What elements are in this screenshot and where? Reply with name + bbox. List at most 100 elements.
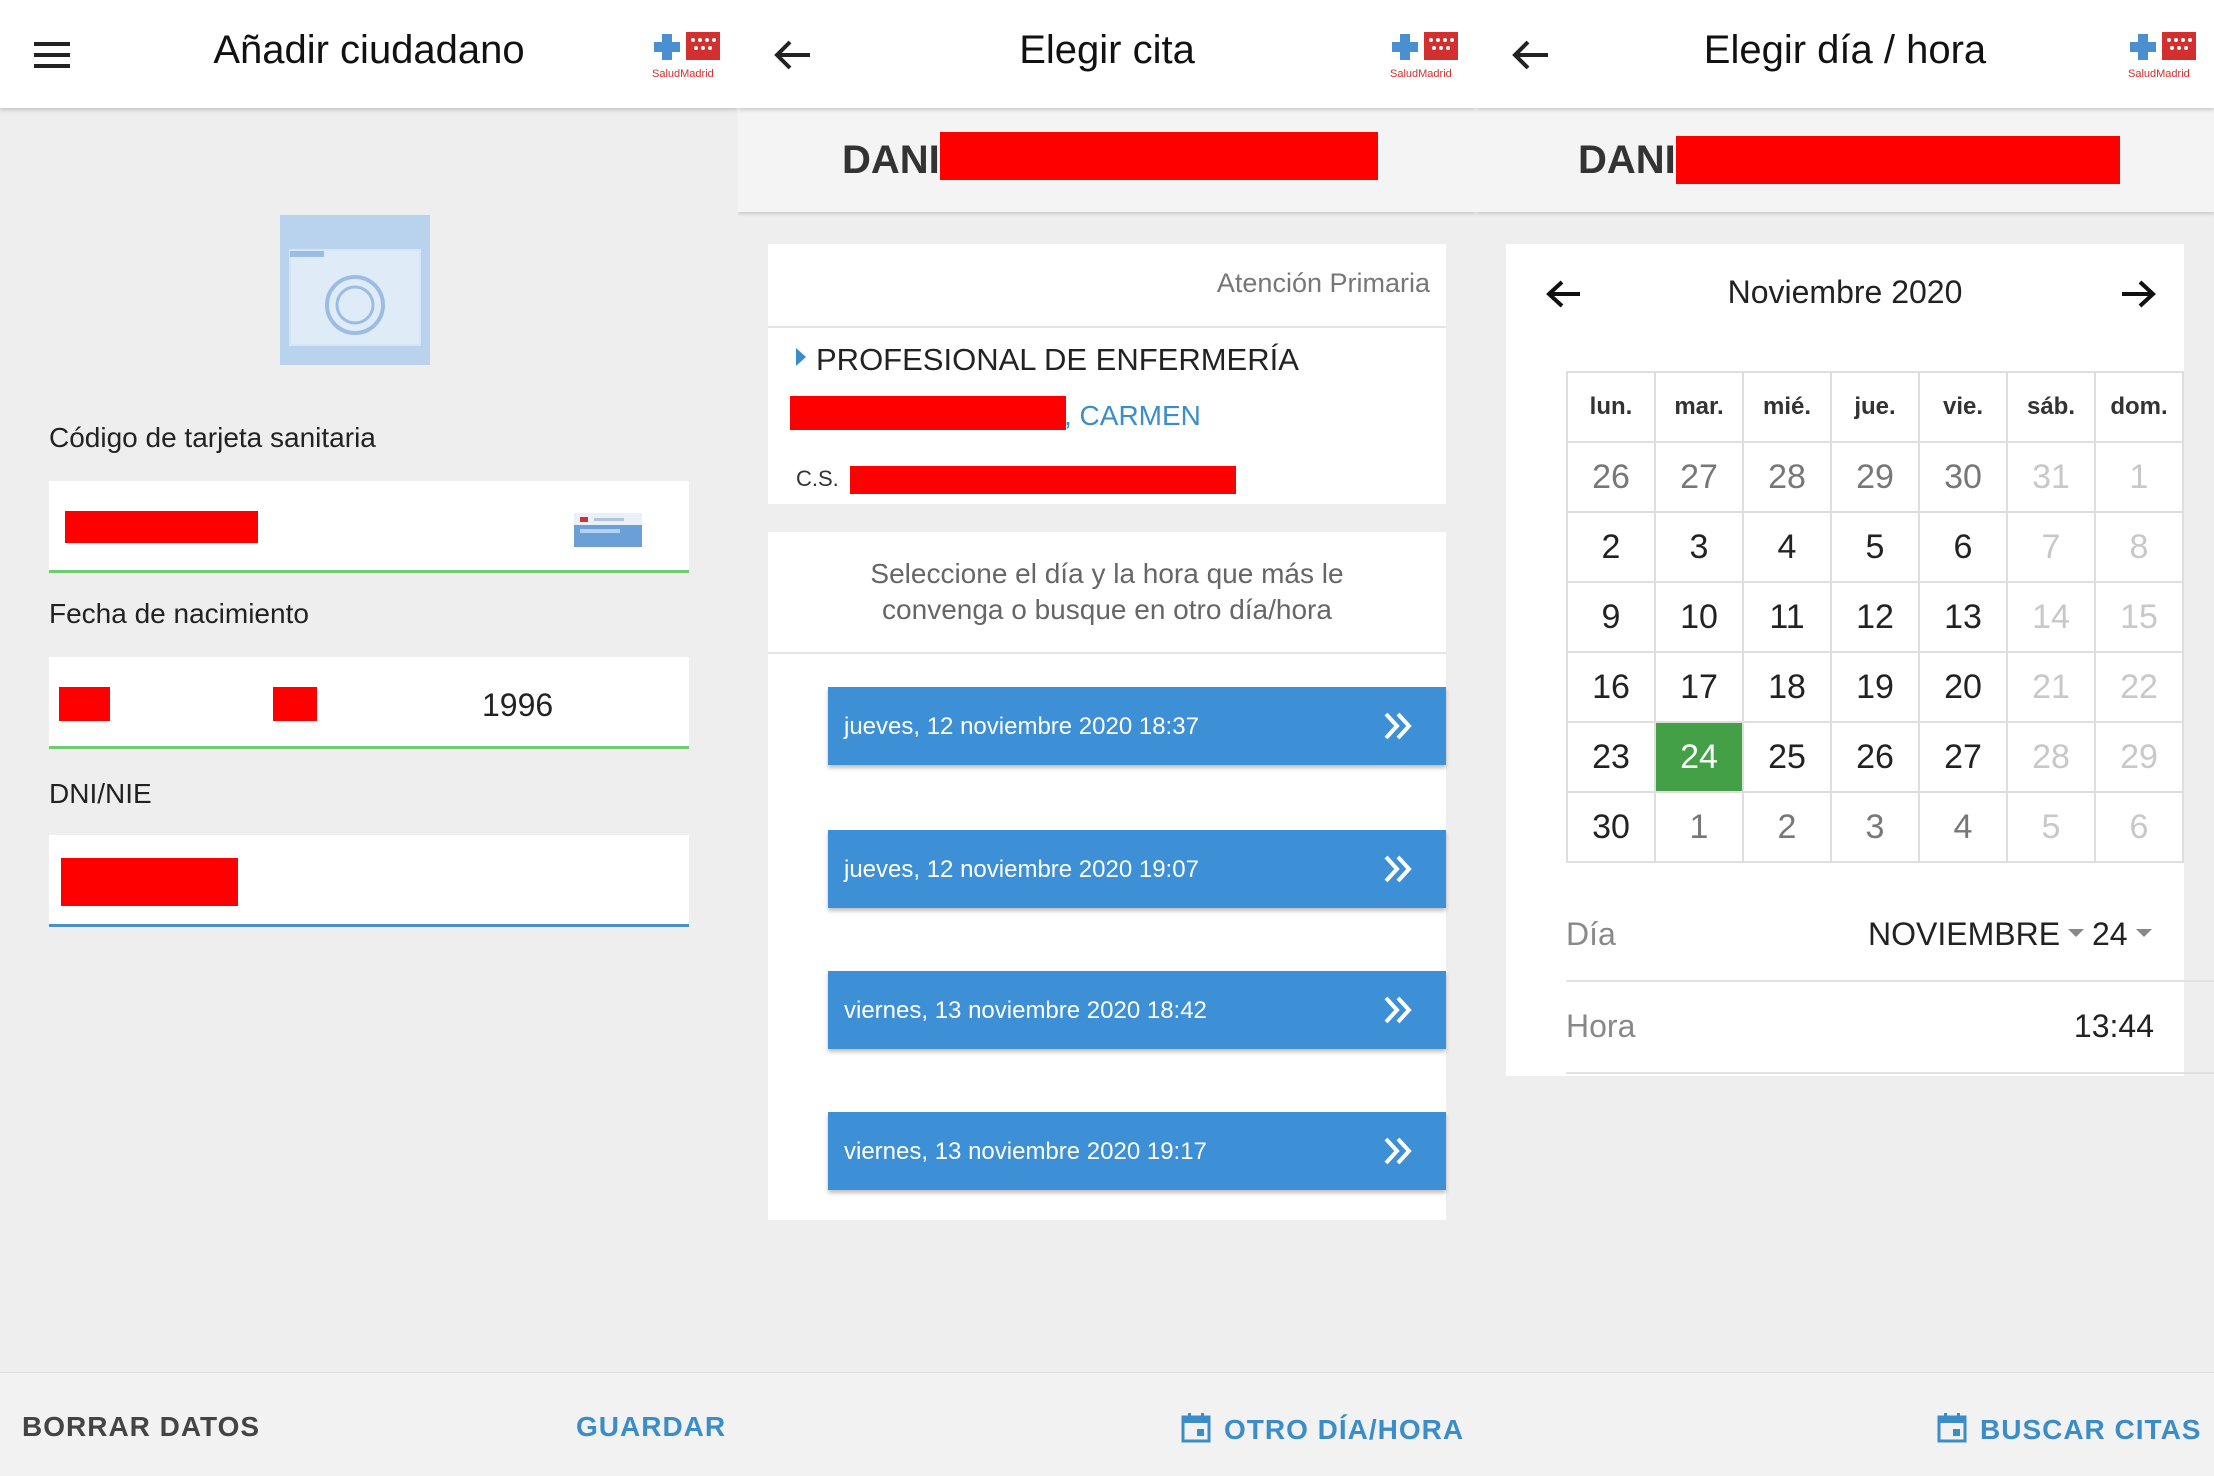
bottom-action-bar: BORRAR DATOS GUARDAR OTRO DÍA/HORA BUSCA… xyxy=(0,1372,2214,1476)
calendar-day[interactable]: 19 xyxy=(1830,651,1920,723)
appointment-text: viernes, 13 noviembre 2020 19:17 xyxy=(844,1138,1207,1165)
redacted-value xyxy=(65,511,258,543)
weekday-header-row: lun. mar. mié. jue. vie. sáb. dom. xyxy=(1566,371,2184,443)
divider xyxy=(1566,980,2214,982)
calendar-day: 5 xyxy=(2006,791,2096,863)
appointments-card: Seleccione el día y la hora que más le c… xyxy=(768,532,1446,1220)
salud-madrid-logo: SaludMadrid xyxy=(1390,28,1462,82)
search-appointments-button[interactable]: BUSCAR CITAS xyxy=(1936,1411,2201,1446)
calendar-day[interactable]: 10 xyxy=(1654,581,1744,653)
calendar-day[interactable]: 3 xyxy=(1654,511,1744,583)
divider xyxy=(768,326,1446,328)
calendar-icon xyxy=(1181,1413,1211,1443)
calendar-day[interactable]: 12 xyxy=(1830,581,1920,653)
calendar-day: 31 xyxy=(2006,441,2096,513)
month-select-value: NOVIEMBRE xyxy=(1868,916,2061,952)
calendar-day[interactable]: 26 xyxy=(1830,721,1920,793)
appointment-text: viernes, 13 noviembre 2020 18:42 xyxy=(844,997,1207,1024)
calendar-day[interactable]: 25 xyxy=(1742,721,1832,793)
page-title: Elegir cita xyxy=(1019,28,1195,72)
appointment-text: jueves, 12 noviembre 2020 19:07 xyxy=(844,856,1199,883)
app-bar: Elegir día / hora SaludMadrid xyxy=(1476,0,2214,108)
calendar-day[interactable]: 23 xyxy=(1566,721,1656,793)
health-card-icon[interactable] xyxy=(574,513,642,547)
calendar-week: 23 24 25 26 27 28 29 xyxy=(1566,721,2184,793)
salud-madrid-logo: SaludMadrid xyxy=(2128,28,2200,82)
redacted-center xyxy=(850,466,1236,494)
birth-date-field[interactable]: 1996 xyxy=(49,657,689,749)
calendar-week: 2 3 4 5 6 7 8 xyxy=(1566,511,2184,583)
redacted-month xyxy=(273,687,317,721)
professional-card: Atención Primaria PROFESIONAL DE ENFERME… xyxy=(768,244,1446,504)
calendar-day[interactable]: 29 xyxy=(1830,441,1920,513)
calendar-day[interactable]: 27 xyxy=(1654,441,1744,513)
next-month-arrow-icon[interactable] xyxy=(2116,272,2160,316)
calendar-day[interactable]: 3 xyxy=(1830,791,1920,863)
camera-icon xyxy=(289,249,421,346)
calendar-day[interactable]: 11 xyxy=(1742,581,1832,653)
photo-placeholder[interactable] xyxy=(280,215,430,365)
calendar-day[interactable]: 9 xyxy=(1566,581,1656,653)
center-prefix: C.S. xyxy=(796,466,839,491)
calendar-day[interactable]: 1 xyxy=(1654,791,1744,863)
search-appointments-label: BUSCAR CITAS xyxy=(1980,1414,2202,1445)
calendar-day[interactable]: 28 xyxy=(1742,441,1832,513)
other-day-time-label: OTRO DÍA/HORA xyxy=(1224,1414,1465,1445)
card-code-field[interactable] xyxy=(49,481,689,573)
calendar-day[interactable]: 17 xyxy=(1654,651,1744,723)
dropdown-arrow-icon xyxy=(2135,929,2152,937)
calendar-day[interactable]: 6 xyxy=(1918,511,2008,583)
hour-value[interactable]: 13:44 xyxy=(2074,1008,2154,1045)
calendar-day: 22 xyxy=(2094,651,2184,723)
calendar-day-selected[interactable]: 24 xyxy=(1654,721,1744,793)
service-label: Atención Primaria xyxy=(1216,268,1430,298)
calendar-day[interactable]: 26 xyxy=(1566,441,1656,513)
citizen-name-bar: DANI xyxy=(738,108,1476,212)
weekday-label: jue. xyxy=(1830,371,1920,443)
professional-name[interactable]: , CARMEN xyxy=(1064,400,1201,432)
calendar-day[interactable]: 27 xyxy=(1918,721,2008,793)
calendar-day: 7 xyxy=(2006,511,2096,583)
calendar-day[interactable]: 13 xyxy=(1918,581,2008,653)
double-chevron-right-icon xyxy=(1384,855,1412,883)
salud-madrid-logo: SaludMadrid xyxy=(652,28,724,82)
month-select[interactable]: NOVIEMBRE xyxy=(1868,916,2085,953)
double-chevron-right-icon xyxy=(1384,1137,1412,1165)
app-bar: Elegir cita SaludMadrid xyxy=(738,0,1476,108)
professional-type: PROFESIONAL DE ENFERMERÍA xyxy=(816,342,1299,377)
day-select[interactable]: 24 xyxy=(2092,916,2152,953)
app-bar: Añadir ciudadano SaludMadrid xyxy=(0,0,738,108)
calendar-day[interactable]: 16 xyxy=(1566,651,1656,723)
screen-choose-appointment: Elegir cita SaludMadrid DANI Atención Pr… xyxy=(738,0,1476,1476)
calendar-day[interactable]: 4 xyxy=(1918,791,2008,863)
calendar-day[interactable]: 2 xyxy=(1566,511,1656,583)
birth-year: 1996 xyxy=(482,687,554,723)
save-button[interactable]: GUARDAR xyxy=(576,1411,726,1443)
calendar-day[interactable]: 30 xyxy=(1918,441,2008,513)
calendar-day[interactable]: 18 xyxy=(1742,651,1832,723)
calendar-day: 14 xyxy=(2006,581,2096,653)
appointment-slot[interactable]: viernes, 13 noviembre 2020 19:17 xyxy=(828,1112,1446,1190)
other-day-time-button[interactable]: OTRO DÍA/HORA xyxy=(1180,1411,1464,1446)
calendar-day: 28 xyxy=(2006,721,2096,793)
redacted-professional-surname xyxy=(790,396,1066,430)
appointment-text: jueves, 12 noviembre 2020 18:37 xyxy=(844,713,1199,740)
calendar-day[interactable]: 4 xyxy=(1742,511,1832,583)
weekday-label: lun. xyxy=(1566,371,1656,443)
birth-date-label: Fecha de nacimiento xyxy=(49,598,309,629)
screen-choose-day-time: Elegir día / hora SaludMadrid DANI Novie… xyxy=(1476,0,2214,1476)
calendar-day[interactable]: 2 xyxy=(1742,791,1832,863)
calendar-icon xyxy=(1937,1413,1967,1443)
redacted-surname xyxy=(940,132,1378,180)
clear-data-button[interactable]: BORRAR DATOS xyxy=(22,1411,260,1443)
calendar-day[interactable]: 30 xyxy=(1566,791,1656,863)
appointment-slot[interactable]: jueves, 12 noviembre 2020 18:37 xyxy=(828,687,1446,765)
dni-field[interactable] xyxy=(49,835,689,927)
calendar-day: 21 xyxy=(2006,651,2096,723)
appointment-slot[interactable]: jueves, 12 noviembre 2020 19:07 xyxy=(828,830,1446,908)
calendar-day[interactable]: 20 xyxy=(1918,651,2008,723)
calendar-day[interactable]: 5 xyxy=(1830,511,1920,583)
appointment-slot[interactable]: viernes, 13 noviembre 2020 18:42 xyxy=(828,971,1446,1049)
caret-right-icon xyxy=(796,348,806,366)
weekday-label: mar. xyxy=(1654,371,1744,443)
